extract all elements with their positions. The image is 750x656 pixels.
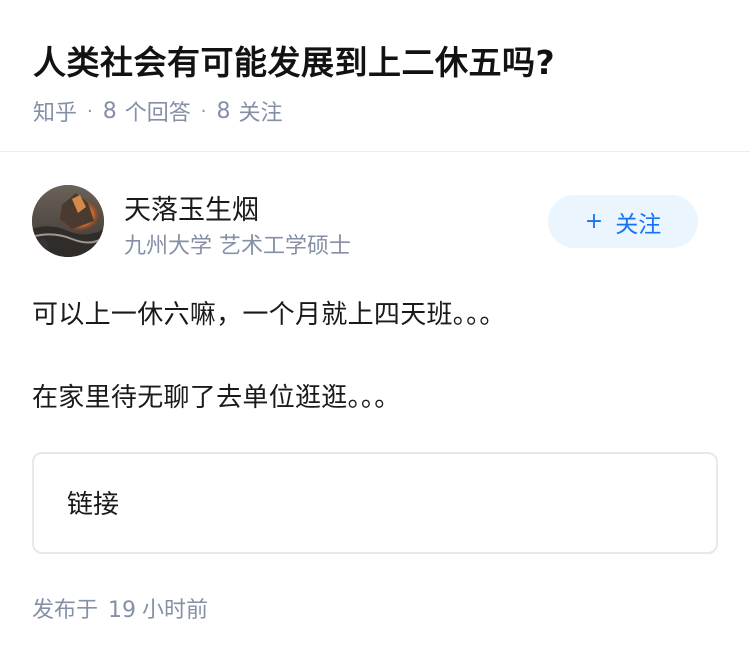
author-bio: 九州大学 艺术工学硕士 bbox=[124, 234, 351, 259]
avatar-image bbox=[32, 185, 104, 257]
question-meta: 知乎 · 8 个回答 · 8 关注 bbox=[33, 95, 283, 127]
answer-count: 8 bbox=[102, 98, 117, 124]
source-label[interactable]: 知乎 bbox=[33, 95, 77, 127]
link-card[interactable]: 链接 bbox=[32, 452, 718, 554]
avatar[interactable] bbox=[32, 185, 104, 257]
publish-prefix: 发布于 bbox=[32, 598, 99, 623]
follow-button[interactable]: + 关注 bbox=[548, 195, 698, 248]
answer-count-label[interactable]: 个回答 bbox=[125, 95, 191, 127]
publish-time: 发布于 19 小时前 bbox=[32, 592, 208, 624]
answer-paragraph: 可以上一休六嘛，一个月就上四天班。。。 bbox=[32, 300, 506, 330]
link-card-label: 链接 bbox=[67, 490, 120, 520]
meta-separator: · bbox=[200, 100, 207, 122]
follow-button-label: 关注 bbox=[615, 211, 662, 238]
plus-icon: + bbox=[584, 209, 604, 234]
publish-value: 19 bbox=[108, 598, 137, 623]
author-name[interactable]: 天落玉生烟 bbox=[124, 188, 259, 227]
question-header: 人类社会有可能发展到上二休五吗? 知乎 · 8 个回答 · 8 关注 bbox=[0, 0, 750, 152]
answer-paragraph: 在家里待无聊了去单位逛逛。。。 bbox=[32, 383, 401, 413]
follow-count-label[interactable]: 关注 bbox=[239, 95, 283, 127]
meta-separator: · bbox=[87, 100, 93, 122]
follow-count: 8 bbox=[216, 98, 231, 124]
question-title[interactable]: 人类社会有可能发展到上二休五吗? bbox=[33, 36, 555, 84]
publish-unit: 小时前 bbox=[142, 598, 209, 623]
